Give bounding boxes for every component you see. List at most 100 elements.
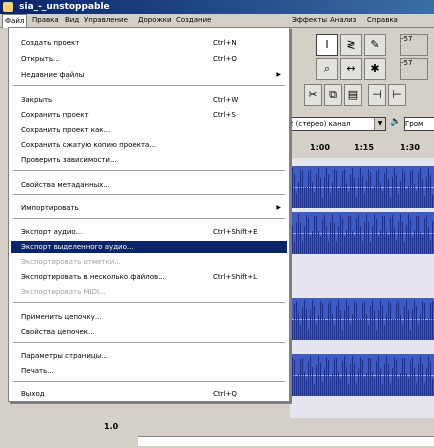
waveform-spike: [344, 356, 345, 396]
trim-icon[interactable]: ⊣: [368, 84, 386, 106]
waveform-channel[interactable]: [288, 298, 434, 340]
track-area[interactable]: [288, 158, 434, 420]
menu-view[interactable]: Вид: [63, 14, 81, 27]
waveform-spike: [322, 382, 323, 396]
waveform-spike: [366, 373, 367, 396]
menu-item-close[interactable]: Закрыть Ctrl+W: [11, 94, 287, 106]
waveform-spike: [332, 214, 333, 254]
waveform-channel[interactable]: [288, 354, 434, 396]
waveform-spike: [420, 231, 421, 254]
menu-item-open[interactable]: Открыть... Ctrl+O: [11, 53, 287, 65]
menu-item-save-project[interactable]: Сохранить проект Ctrl+S: [11, 109, 287, 121]
menu-item-save-compressed[interactable]: Сохранить сжатую копию проекта...: [11, 139, 287, 151]
waveform-spike: [424, 383, 425, 396]
menu-item-export-audio[interactable]: Экспорт аудио... Ctrl+Shift+E: [11, 226, 287, 238]
menu-separator: [13, 85, 285, 87]
waveform-spike: [432, 194, 433, 208]
waveform-spike: [326, 225, 327, 254]
menu-item-metadata[interactable]: Свойства метаданных...: [11, 179, 287, 191]
menu-tracks[interactable]: Дорожки: [136, 14, 174, 27]
timeshift-tool-icon[interactable]: ↔: [340, 58, 362, 80]
menu-analyze[interactable]: Анализ: [328, 14, 358, 27]
waveform-spike: [402, 324, 403, 340]
waveform-spike: [368, 324, 369, 340]
waveform-spike: [312, 182, 313, 208]
waveform-spike: [426, 319, 427, 340]
waveform-spike: [414, 367, 415, 396]
waveform-spike: [336, 171, 337, 208]
menu-help[interactable]: Справка: [365, 14, 400, 27]
menu-edit[interactable]: Правка: [30, 14, 61, 27]
waveform-spike: [334, 324, 335, 340]
waveform-spike: [394, 318, 395, 340]
waveform-spike: [408, 310, 409, 340]
waveform-spike: [310, 356, 311, 396]
waveform-spike: [402, 222, 403, 254]
input-meter[interactable]: -57: [400, 34, 428, 56]
menu-item-exit[interactable]: Выход Ctrl+Q: [11, 388, 287, 400]
menu-item-check-dependencies[interactable]: Проверить зависимости...: [11, 154, 287, 166]
waveform-spike: [354, 363, 355, 396]
waveform-spike: [330, 376, 331, 396]
waveform-spike: [372, 372, 373, 396]
waveform-spike: [352, 230, 353, 254]
timeline-ruler[interactable]: 1:00 1:15 1:30: [288, 140, 434, 159]
draw-tool-icon[interactable]: ✎: [364, 34, 386, 56]
menu-item-import[interactable]: Импортировать ▶: [11, 202, 287, 214]
cut-icon[interactable]: ✂: [304, 84, 322, 106]
waveform-spike: [308, 329, 309, 340]
menu-item-edit-chains[interactable]: Свойства цепочек...: [11, 326, 287, 338]
menu-item-export-multiple[interactable]: Экспортировать в несколько файлов... Ctrl…: [11, 271, 287, 283]
menu-file[interactable]: Файл: [2, 14, 28, 28]
menu-item-save-as[interactable]: Сохранить проект как...: [11, 124, 287, 136]
zoom-tool-icon[interactable]: ⌕: [316, 58, 338, 80]
waveform-spike: [392, 176, 393, 208]
waveform-spike: [348, 215, 349, 254]
waveform-spike: [424, 303, 425, 340]
waveform-spike: [340, 378, 341, 396]
waveform-spike: [390, 196, 391, 208]
menu-item-new-project[interactable]: Создать проект Ctrl+N: [11, 37, 287, 49]
copy-icon[interactable]: ⧉: [324, 84, 342, 106]
menu-item-page-setup[interactable]: Параметры страницы...: [11, 350, 287, 362]
waveform-channel[interactable]: [288, 166, 434, 208]
waveform-spike: [374, 186, 375, 208]
volume-select[interactable]: Гром: [404, 117, 434, 131]
window-title: sia_-_unstoppable: [19, 2, 110, 12]
menu-item-export-labels: Экспортировать отметки...: [21, 258, 121, 266]
waveform-spike: [318, 168, 319, 208]
waveform-spike: [366, 214, 367, 254]
waveform-spike: [402, 168, 403, 208]
menu-item-recent-files[interactable]: Недавние файлы ▶: [11, 69, 287, 81]
waveform-spike: [380, 183, 381, 208]
waveform-spike: [306, 186, 307, 208]
waveform-channel[interactable]: [288, 212, 434, 254]
menu-generate[interactable]: Создание: [174, 14, 213, 27]
waveform-spike: [344, 169, 345, 208]
menu-separator: [13, 194, 285, 196]
menu-effects[interactable]: Эффекты: [290, 14, 329, 27]
waveform-spike: [398, 301, 399, 340]
waveform-spike: [310, 169, 311, 208]
waveform-spike: [290, 369, 291, 396]
waveform-spike: [302, 306, 303, 340]
waveform-spike: [378, 236, 379, 254]
waveform-spike: [324, 214, 325, 254]
envelope-tool-icon[interactable]: ≷: [340, 34, 362, 56]
silence-icon[interactable]: ⊢: [388, 84, 406, 106]
paste-icon[interactable]: ▤: [344, 84, 362, 106]
waveform-spike: [398, 193, 399, 208]
selection-tool-icon[interactable]: I: [316, 34, 338, 56]
channel-select[interactable]: 2 (стерео) канал ▼: [288, 117, 386, 131]
multi-tool-icon[interactable]: ✱: [364, 58, 386, 80]
waveform-spike: [348, 383, 349, 396]
output-meter[interactable]: -57: [400, 58, 428, 80]
menu-transport[interactable]: Управление: [82, 14, 130, 27]
waveform-spike: [432, 221, 433, 254]
menu-item-export-selection[interactable]: Экспорт выделенного аудио...: [11, 241, 287, 253]
menu-item-apply-chain[interactable]: Применить цепочку...: [11, 311, 287, 323]
menu-item-print[interactable]: Печать...: [11, 365, 287, 377]
waveform-spike: [356, 303, 357, 340]
horizontal-scrollbar[interactable]: [138, 436, 434, 446]
waveform-spike: [412, 356, 413, 396]
